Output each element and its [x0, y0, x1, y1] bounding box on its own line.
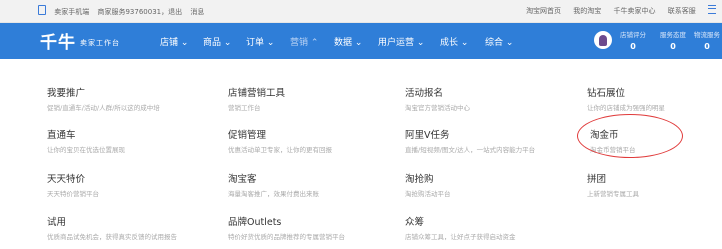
seller-center-link[interactable]: 千牛卖家中心	[614, 7, 656, 15]
tool-desc: 优惠活动单卫专家，让你的更有回报	[228, 146, 332, 154]
tool-desc: 促销/直通车/活动/人群/所以这的成中培	[47, 104, 160, 112]
tool-group-buy[interactable]: 拼团 上新营销专属工具	[587, 171, 639, 198]
tool-desc: 上新营销专属工具	[587, 190, 639, 198]
tool-desc: 直播/短视频/图文/达人，一站式内容能力平台	[405, 146, 536, 154]
messages-link[interactable]: 消息	[190, 8, 204, 16]
stat-value: 0	[670, 42, 676, 51]
avatar[interactable]	[594, 31, 612, 49]
phone-icon	[38, 5, 46, 15]
tool-trial[interactable]: 试用 优质商品试免机会，获得真实反馈的试用报告	[47, 214, 177, 241]
nav-item-shop[interactable]: 店铺 ⌄	[160, 35, 188, 48]
tool-title: 天天特价	[47, 174, 86, 185]
top-right-links: 淘宝网首页 我的淘宝 千牛卖家中心 联系客服	[516, 5, 716, 16]
tool-flash-sale[interactable]: 淘抢购 淘抢购活动平台	[405, 171, 451, 198]
tool-title: 试用	[47, 217, 67, 228]
tool-title: 活动报名	[405, 88, 444, 99]
highlight-circle	[577, 114, 683, 158]
tool-title: 品牌Outlets	[228, 217, 282, 228]
tool-desc: 特价好货优质的品牌推荐的专属营销平台	[228, 233, 345, 241]
my-taobao-link[interactable]: 我的淘宝	[573, 7, 601, 15]
stat-service-attitude: 服务态度 0	[660, 29, 686, 51]
tool-title: 促销管理	[228, 130, 267, 141]
tool-title: 我要推广	[47, 88, 86, 99]
logo-subtitle: 卖家工作台	[80, 39, 120, 47]
tool-desc: 淘宝官方营销活动中心	[405, 104, 470, 112]
tool-taobaoke[interactable]: 淘宝客 海量淘客推广，效果付费出来账	[228, 171, 319, 198]
tool-title: 钻石展位	[587, 88, 626, 99]
stat-logistics: 物流服务 0	[694, 29, 720, 51]
nav-item-general[interactable]: 综合 ⌄	[485, 35, 513, 48]
tool-desc: 天天特价营销平台	[47, 190, 99, 198]
main-nav: 千牛 卖家工作台 店铺 ⌄ 商品 ⌄ 订单 ⌄ 营销 ⌃ 数据 ⌄ 用户运营 ⌄ …	[0, 23, 722, 59]
stat-label: 服务态度	[660, 31, 686, 39]
tool-brand-outlets[interactable]: 品牌Outlets 特价好货优质的品牌推荐的专属营销平台	[228, 214, 345, 241]
account-logout-link[interactable]: 商家服务93760031，退出	[97, 8, 182, 16]
tool-ali-v-task[interactable]: 阿里V任务 直播/短视频/图文/达人，一站式内容能力平台	[405, 127, 535, 154]
tool-desc: 海量淘客推广，效果付费出来账	[228, 190, 319, 198]
tool-desc: 让你的宝贝在优选位置展现	[47, 146, 125, 154]
stat-label: 物流服务	[694, 31, 720, 39]
tool-title: 淘抢购	[405, 174, 434, 185]
tool-activity-signup[interactable]: 活动报名 淘宝官方营销活动中心	[405, 85, 470, 112]
tool-diamond-booth[interactable]: 钻石展位 让你的店铺成为强强的明星	[587, 85, 665, 112]
tool-promotion[interactable]: 我要推广 促销/直通车/活动/人群/所以这的成中培	[47, 85, 160, 112]
tool-crowdfunding[interactable]: 众筹 店铺众筹工具，让好点子获得启动资金	[405, 214, 516, 241]
taobao-home-link[interactable]: 淘宝网首页	[526, 7, 561, 15]
tool-title: 淘宝客	[228, 174, 257, 185]
tool-promo-management[interactable]: 促销管理 优惠活动单卫专家，让你的更有回报	[228, 127, 332, 154]
top-left-links: 卖家手机端 商家服务93760031，退出 消息	[38, 5, 210, 17]
tool-title: 店铺营销工具	[228, 88, 286, 99]
top-utility-bar: 卖家手机端 商家服务93760031，退出 消息 淘宝网首页 我的淘宝 千牛卖家…	[0, 0, 722, 23]
nav-item-user-ops[interactable]: 用户运营 ⌄	[378, 35, 424, 48]
tool-title: 直通车	[47, 130, 76, 141]
seller-mobile-link[interactable]: 卖家手机端	[54, 8, 89, 16]
tool-through-train[interactable]: 直通车 让你的宝贝在优选位置展现	[47, 127, 125, 154]
nav-item-orders[interactable]: 订单 ⌄	[246, 35, 274, 48]
nav-item-goods[interactable]: 商品 ⌄	[203, 35, 231, 48]
stat-shop-score: 店铺评分 0	[620, 29, 646, 51]
logo-text: 千牛	[40, 33, 76, 53]
customer-service-link[interactable]: 联系客服	[668, 7, 696, 15]
nav-item-marketing[interactable]: 营销 ⌃	[290, 35, 318, 48]
stat-value: 0	[704, 42, 710, 51]
stat-label: 店铺评分	[620, 31, 646, 39]
tool-desc: 营销工作台	[228, 104, 261, 112]
tool-desc: 店铺众筹工具，让好点子获得启动资金	[405, 233, 516, 241]
tool-title: 阿里V任务	[405, 130, 450, 141]
nav-item-growth[interactable]: 成长 ⌄	[440, 35, 468, 48]
tool-title: 众筹	[405, 217, 425, 228]
tool-desc: 让你的店铺成为强强的明星	[587, 104, 665, 112]
logo[interactable]: 千牛 卖家工作台	[40, 28, 120, 53]
menu-icon[interactable]	[708, 5, 716, 14]
tool-daily-special[interactable]: 天天特价 天天特价营销平台	[47, 171, 99, 198]
stat-value: 0	[630, 42, 636, 51]
tool-desc: 淘抢购活动平台	[405, 190, 451, 198]
tool-title: 拼团	[587, 174, 607, 185]
nav-item-data[interactable]: 数据 ⌄	[334, 35, 362, 48]
tool-desc: 优质商品试免机会，获得真实反馈的试用报告	[47, 233, 177, 241]
tool-shop-marketing[interactable]: 店铺营销工具 营销工作台	[228, 85, 285, 112]
